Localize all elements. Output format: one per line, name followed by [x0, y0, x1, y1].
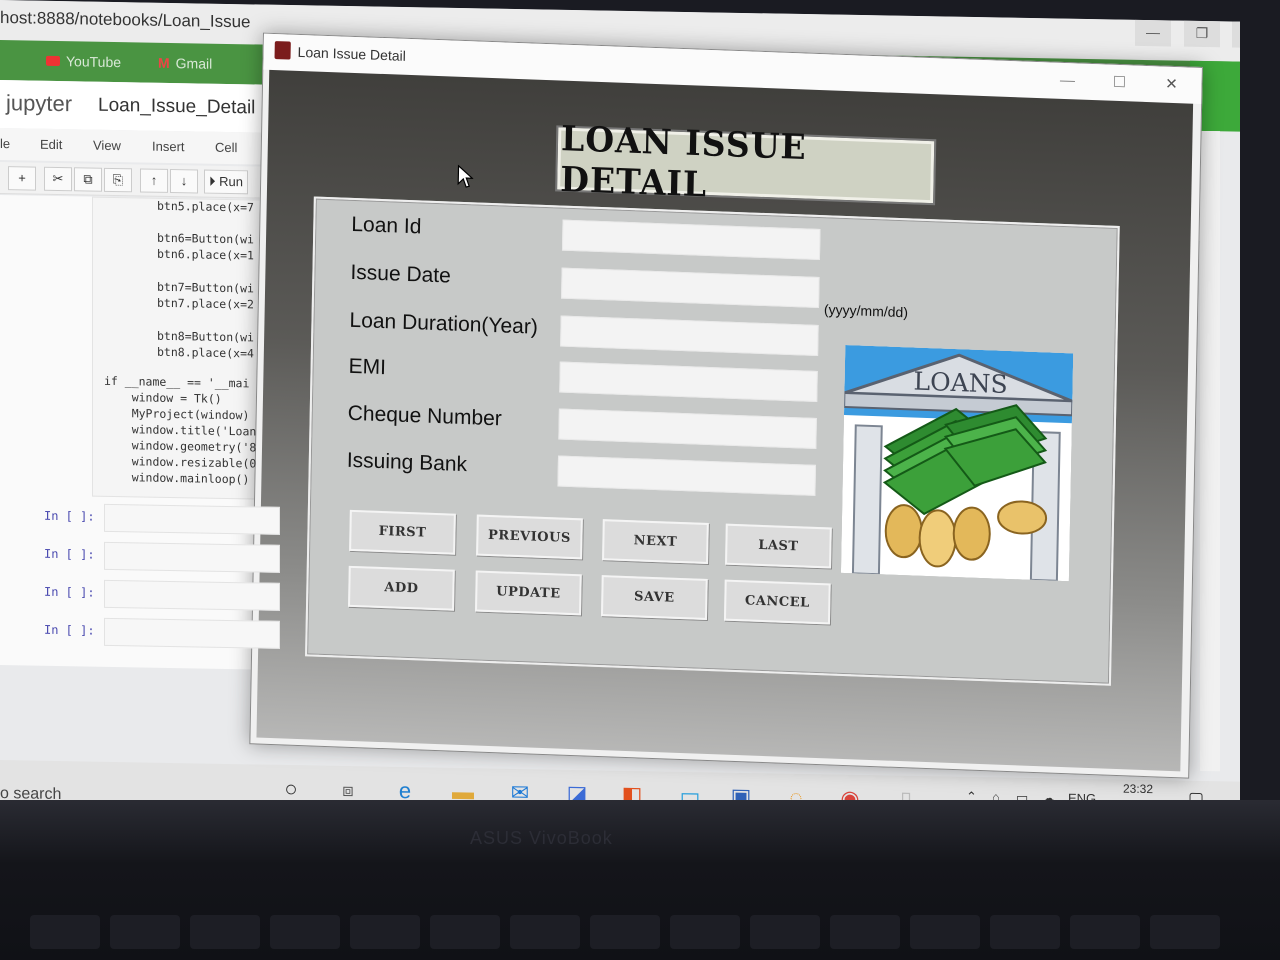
app-canvas: LOAN ISSUE DETAIL Loan Id Issue Date (yy… [256, 69, 1194, 772]
code-line: btn8=Button(wi [157, 328, 254, 345]
form-panel: Loan Id Issue Date (yyyy/mm/dd) Loan Dur… [305, 196, 1120, 686]
app-window-title: Loan Issue Detail [297, 43, 406, 64]
bookmark-youtube[interactable]: YouTube [46, 53, 121, 70]
jupyter-logo[interactable]: jupyter [6, 90, 72, 117]
keyboard-key [430, 915, 500, 949]
loan-duration-field[interactable] [560, 315, 819, 356]
cheque-number-field[interactable] [558, 408, 817, 449]
keyboard-key [830, 915, 900, 949]
add-button[interactable]: ADD [348, 565, 455, 611]
issue-date-field[interactable] [561, 267, 820, 309]
laptop-brand: ASUS VivoBook [470, 828, 613, 848]
paste-icon[interactable]: ⎘ [104, 167, 132, 193]
keyboard-key [30, 915, 100, 949]
cell-prompt: In [ ]: [44, 508, 95, 524]
keyboard-key [110, 915, 180, 949]
add-cell-button[interactable]: + [8, 166, 36, 191]
loan-id-label: Loan Id [351, 212, 422, 239]
keyboard-key [990, 915, 1060, 949]
browser-restore-button[interactable]: ❐ [1184, 20, 1220, 48]
code-line: btn8.place(x=4 [157, 344, 254, 361]
code-line: window = Tk() [104, 389, 222, 406]
app-minimize-button[interactable]: — [1045, 66, 1090, 96]
loan-app-window: Loan Issue Detail — ☐ ✕ LOAN ISSUE DETAI… [249, 32, 1203, 779]
keyboard-key [750, 915, 820, 949]
code-line: if __name__ == '__mai [104, 373, 250, 391]
loan-duration-label: Loan Duration(Year) [349, 308, 539, 339]
code-line: btn7.place(x=2 [157, 295, 254, 312]
move-down-icon[interactable]: ↓ [170, 168, 198, 194]
code-line: window.resizable(0 [104, 453, 257, 471]
screen: host:8888/notebooks/Loan_Issue — ❐ ✕ You… [0, 0, 1240, 837]
first-button[interactable]: FIRST [349, 509, 456, 555]
menu-cell[interactable]: Cell [215, 140, 237, 155]
update-button[interactable]: UPDATE [474, 570, 582, 616]
copy-icon[interactable]: ⧉ [74, 167, 102, 192]
previous-button[interactable]: PREVIOUS [476, 514, 583, 560]
app-close-button[interactable]: ✕ [1149, 70, 1194, 100]
loans-illustration: LOANS [840, 344, 1074, 582]
loans-caption: LOANS [913, 367, 1008, 399]
loan-id-field[interactable] [561, 219, 821, 261]
keyboard-row [0, 915, 1280, 960]
code-line: window.geometry('8 [104, 437, 257, 455]
app-maximize-button[interactable]: ☐ [1097, 68, 1142, 98]
emi-label: EMI [348, 354, 387, 380]
code-line: btn5.place(x=7 [157, 198, 254, 215]
keyboard-key [1070, 915, 1140, 949]
browser-minimize-button[interactable]: — [1135, 19, 1171, 47]
page-scrollbar[interactable] [1200, 130, 1220, 772]
code-line: btn6.place(x=1 [157, 246, 254, 263]
keyboard-key [910, 915, 980, 949]
empty-code-cell[interactable] [104, 503, 280, 535]
empty-code-cell[interactable] [104, 541, 280, 573]
loans-bank-icon: LOANS [840, 344, 1074, 582]
keyboard-key [270, 915, 340, 949]
browser-close-button[interactable]: ✕ [1232, 21, 1240, 49]
keyboard-key [350, 915, 420, 949]
keyboard-key [670, 915, 740, 949]
code-line: MyProject(window) [104, 405, 250, 423]
menu-file[interactable]: le [0, 136, 10, 151]
tk-feather-icon [274, 41, 291, 60]
run-button[interactable]: ⏵ Run [204, 169, 248, 195]
keyboard-key [510, 915, 580, 949]
keyboard-key [590, 915, 660, 949]
menu-edit[interactable]: Edit [40, 137, 62, 152]
notebook-name[interactable]: Loan_Issue_Detail [98, 95, 255, 120]
code-line: btn7=Button(wi [157, 279, 254, 296]
cell-prompt: In [ ]: [44, 622, 95, 638]
gmail-icon: M [158, 54, 170, 71]
code-line: window.mainloop() [104, 469, 250, 487]
menu-view[interactable]: View [93, 138, 121, 153]
cell-prompt: In [ ]: [44, 546, 95, 562]
cell-prompt: In [ ]: [44, 584, 95, 600]
keyboard-key [190, 915, 260, 949]
cut-icon[interactable]: ✂ [44, 166, 72, 192]
keyboard-key [1150, 915, 1220, 949]
heading-banner: LOAN ISSUE DETAIL [555, 118, 937, 206]
emi-field[interactable] [559, 361, 818, 402]
address-bar[interactable]: host:8888/notebooks/Loan_Issue [0, 8, 250, 32]
empty-code-cell[interactable] [104, 579, 280, 611]
code-line: btn6=Button(wi [157, 230, 254, 247]
menu-insert[interactable]: Insert [152, 139, 185, 155]
issuing-bank-field[interactable] [557, 455, 816, 496]
cancel-button[interactable]: CANCEL [723, 579, 831, 625]
cheque-number-label: Cheque Number [347, 401, 503, 431]
code-line: window.title('Loan [104, 421, 257, 439]
save-button[interactable]: SAVE [600, 575, 708, 620]
date-format-hint: (yyyy/mm/dd) [823, 301, 909, 321]
youtube-icon [46, 55, 60, 67]
clock-time[interactable]: 23:32 [1123, 782, 1153, 797]
bookmark-gmail[interactable]: M Gmail [158, 55, 212, 72]
move-up-icon[interactable]: ↑ [140, 168, 168, 193]
issue-date-label: Issue Date [350, 260, 452, 288]
issuing-bank-label: Issuing Bank [346, 448, 468, 477]
mouse-cursor-icon [457, 164, 474, 188]
next-button[interactable]: NEXT [602, 519, 709, 564]
empty-code-cell[interactable] [104, 617, 280, 649]
page-title: LOAN ISSUE DETAIL [559, 117, 807, 205]
last-button[interactable]: LAST [725, 523, 832, 569]
